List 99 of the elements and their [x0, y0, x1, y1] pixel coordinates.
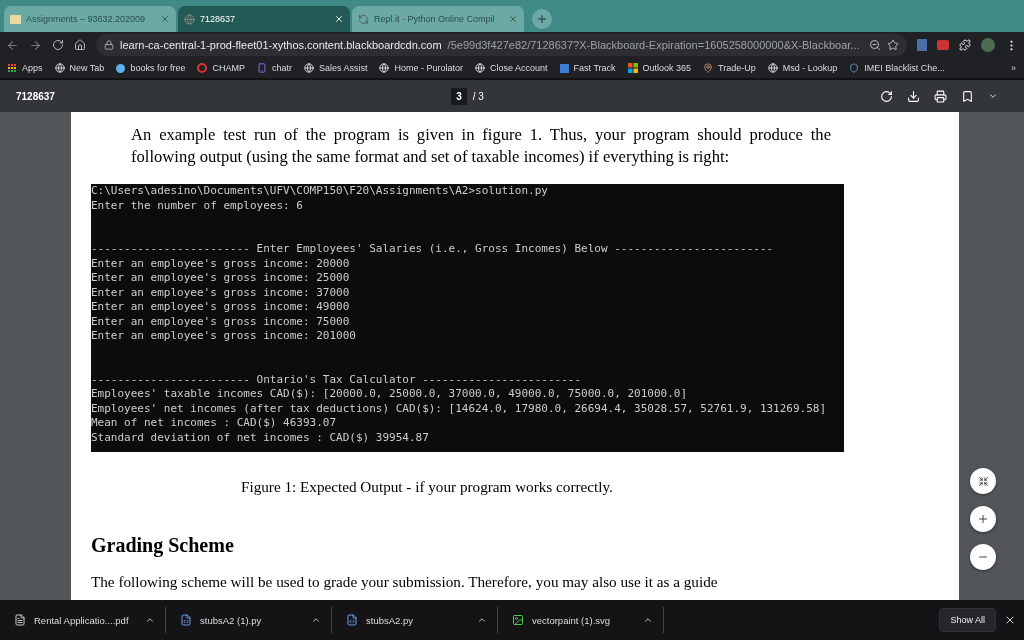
fit-page-button[interactable] — [970, 468, 996, 494]
browser-tab[interactable]: 7128637 — [178, 6, 350, 32]
show-all-button[interactable]: Show All — [939, 608, 996, 632]
bookmark-link[interactable]: CHAMP — [212, 63, 245, 73]
code-file-icon — [346, 614, 358, 626]
bookmark-link[interactable]: New Tab — [69, 63, 105, 73]
bookmark-link[interactable]: Home - Purolator — [394, 63, 463, 73]
bookmark-link[interactable]: Sales Assist — [318, 63, 368, 73]
rotate-icon[interactable] — [880, 89, 893, 103]
bookmark-link[interactable]: Msd - Lookup — [782, 63, 838, 73]
terminal-line: Mean of net incomes : CAD($) 46393.07 — [91, 416, 338, 431]
bars-icon — [559, 63, 569, 73]
close-icon[interactable] — [1004, 614, 1016, 626]
globe-icon — [54, 63, 65, 73]
terminal-line: Enter an employee's gross income: 201000 — [91, 329, 357, 344]
zoom-out-button[interactable] — [970, 544, 996, 570]
document-title: 7128637 — [16, 90, 55, 102]
chevron-icon[interactable] — [643, 615, 653, 625]
phone-icon — [256, 63, 267, 73]
file-icon — [14, 614, 26, 626]
chevron-icon[interactable] — [145, 615, 155, 625]
back-icon[interactable] — [6, 38, 19, 52]
bookmark-link[interactable]: chatr — [271, 63, 292, 73]
tab-title: Repl.it - Python Online Compil — [374, 14, 496, 24]
lock-icon — [104, 40, 114, 50]
terminal-line: ------------------------ Ontario's Tax Calculator ------------------------ — [91, 372, 583, 387]
extensions-icon[interactable] — [959, 39, 971, 51]
code-file-icon — [180, 614, 192, 626]
browser-tab[interactable]: Repl.it - Python Online Compil — [352, 6, 524, 32]
chevron-icon[interactable] — [477, 615, 487, 625]
download-item[interactable]: stubsA2 (1).py — [166, 607, 332, 633]
reload-icon[interactable] — [52, 39, 64, 51]
file-name: vectorpaint (1).svg — [532, 614, 612, 626]
zoom-icon[interactable] — [869, 39, 881, 51]
bookmark-icon[interactable] — [961, 89, 974, 103]
terminal-line: Employees' taxable incomes CAD($): [20000.0, 25000.0, 37000.0, 49000.0, 75000.0, 201000.0] — [91, 387, 689, 402]
intro-paragraph: An example test run of the program is given in figure 1. Thus, your program should produce the following output (using the same format and set of taxable incomes) if everything is right: — [131, 124, 831, 168]
globe-icon — [303, 63, 314, 73]
terminal-line: Enter an employee's gross income: 37000 — [91, 285, 351, 300]
bookmark-link[interactable]: Fast Track — [573, 63, 616, 73]
terminal-line: Enter an employee's gross income: 75000 — [91, 314, 351, 329]
plus-icon — [977, 513, 989, 525]
page-total: / 3 — [472, 90, 484, 102]
image-file-icon — [512, 614, 524, 626]
star-icon[interactable] — [887, 39, 899, 51]
avatar-icon[interactable] — [981, 38, 995, 52]
forward-icon[interactable] — [29, 38, 42, 52]
plus-icon — [536, 13, 548, 25]
caret-icon[interactable] — [988, 91, 998, 101]
terminal-line: Standard deviation of net incomes : CAD($) 39954.87 — [91, 430, 430, 445]
download-item[interactable]: stubsA2.py — [332, 607, 498, 633]
overflow-chevron[interactable]: » — [1011, 63, 1016, 73]
terminal-line: ------------------------ Enter Employees' Salaries (i.e., Gross Incomes) Below ------------------------ — [91, 242, 775, 257]
shield-icon — [849, 63, 860, 73]
terminal-line: C:\Users\adesino\Documents\UFV\COMP150\F20\Assignments\A2>solution.py — [91, 184, 549, 199]
browser-tab[interactable]: Assignments – 93632.202009 — [4, 6, 176, 32]
url-path: /5e99d3f427e82/7128637?X-Blackboard-Expiration=1605258000000&X-Blackboar... — [447, 39, 861, 51]
file-name: Rental Applicatio....pdf — [34, 614, 130, 626]
pin-icon — [703, 63, 714, 73]
terminal-line: Enter an employee's gross income: 20000 — [91, 256, 351, 271]
tab-title: Assignments – 93632.202009 — [26, 14, 147, 24]
bookmark-link[interactable]: books for free — [130, 63, 186, 73]
globe-icon — [475, 63, 485, 73]
url-host: learn-ca-central-1-prod-fleet01-xythos.content.blackboardcdn.com — [120, 39, 442, 51]
figure-caption: Figure 1: Expected Output - if your program works correctly. — [241, 478, 614, 496]
apps-grid-icon — [8, 63, 17, 73]
globe-icon — [379, 63, 390, 73]
download-item[interactable]: vectorpaint (1).svg — [498, 607, 664, 633]
section-heading: Grading Scheme — [91, 534, 235, 557]
ring-icon — [197, 63, 208, 73]
bookmark-link[interactable]: Outlook 365 — [642, 63, 692, 73]
download-icon[interactable] — [907, 89, 920, 103]
address-bar[interactable]: learn-ca-central-1-prod-fleet01-xythos.content.blackboardcdn.com /5e99d3f427e82/7128637?X-Blackboard-Expiration=1605258000000&X-Blackboar... — [96, 34, 907, 56]
terminal-line: Enter the number of employees: 6 — [91, 198, 304, 213]
terminal-line: Employees' net incomes (after tax deductions) CAD($): [14624.0, 17980.0, 26694.4, 35028.57, 52761.9, 131269.58] — [91, 401, 828, 416]
bookmark-link[interactable]: Apps — [22, 63, 43, 73]
close-icon[interactable] — [334, 14, 344, 24]
chevron-icon[interactable] — [311, 615, 321, 625]
bookmark-link[interactable]: Close Account — [490, 63, 548, 73]
shrink-icon — [977, 475, 989, 487]
globe-icon — [767, 63, 778, 73]
bookmark-link[interactable]: IMEI Blacklist Che... — [864, 63, 945, 73]
swirl-icon — [358, 13, 369, 25]
page-number-field[interactable]: 3 — [451, 87, 467, 105]
globe-icon — [184, 13, 195, 25]
zoom-in-button[interactable] — [970, 506, 996, 532]
tab-title: 7128637 — [200, 14, 237, 24]
bookmark-link[interactable]: Trade-Up — [718, 63, 756, 73]
file-name: stubsA2.py — [366, 614, 414, 626]
terminal-line: Enter an employee's gross income: 25000 — [91, 271, 351, 286]
circle-icon — [116, 63, 126, 73]
windows-icon — [627, 63, 638, 73]
home-icon[interactable] — [74, 39, 86, 51]
course-icon — [10, 14, 21, 24]
terminal-line: Enter an employee's gross income: 49000 — [91, 300, 351, 315]
file-name: stubsA2 (1).py — [200, 614, 263, 626]
body-text: The following scheme will be used to grade your submission. Therefore, you may also use it as a guide — [91, 573, 719, 591]
download-item[interactable]: Rental Applicatio....pdf — [0, 607, 166, 633]
print-icon[interactable] — [934, 89, 947, 103]
